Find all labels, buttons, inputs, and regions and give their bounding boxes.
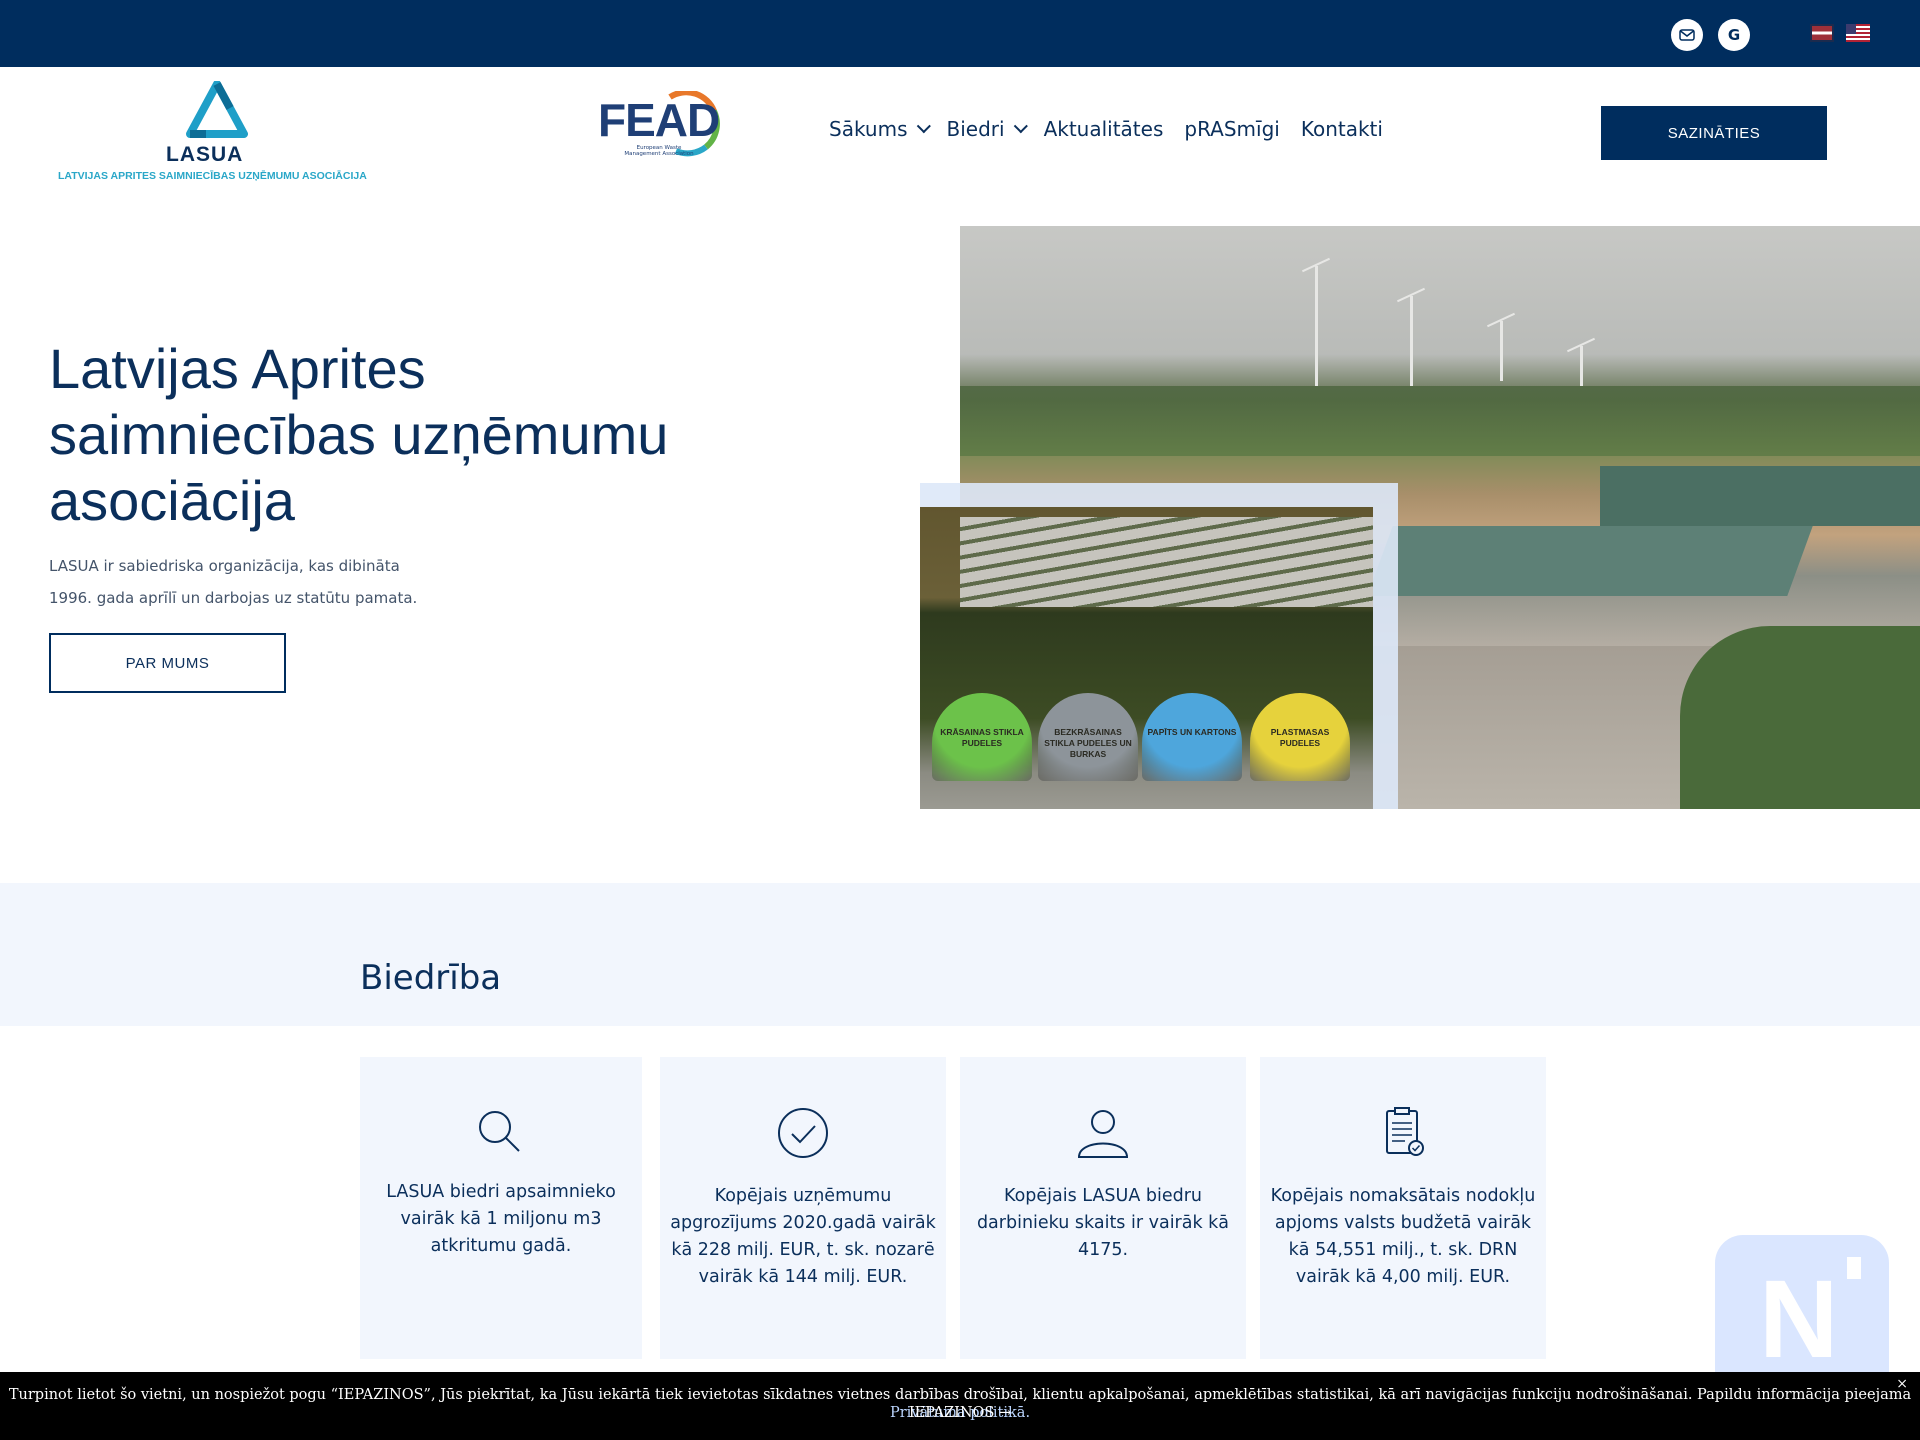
stat-card-text: Kopējais uzņēmumu apgrozījums 2020.gadā …	[670, 1186, 936, 1287]
stat-card: Kopējais LASUA biedru darbinieku skaits …	[960, 1057, 1246, 1359]
flag-us-icon[interactable]	[1846, 24, 1870, 42]
chevron-down-icon	[916, 119, 931, 134]
stat-card-text: Kopējais LASUA biedru darbinieku skaits …	[976, 1186, 1230, 1260]
nav-item-kontakti[interactable]: Kontakti	[1301, 117, 1383, 141]
cookie-banner: Turpinot lietot šo vietni, un nospiežot …	[0, 1372, 1920, 1440]
stat-card-text: LASUA biedri apsaimnieko vairāk kā 1 mil…	[386, 1182, 616, 1256]
flag-lv-icon[interactable]	[1810, 24, 1834, 42]
nav-label: Aktualitātes	[1043, 117, 1164, 141]
close-icon[interactable]: ×	[1896, 1376, 1908, 1392]
chat-widget-letter: N	[1759, 1258, 1839, 1381]
nav-item-prasmigi[interactable]: pRASmīgi	[1184, 117, 1279, 141]
search-icon	[479, 1111, 520, 1152]
top-bar: G	[0, 0, 1920, 67]
nav-label: pRASmīgi	[1184, 117, 1280, 141]
lasua-logo-subtitle: LATVIJAS APRITES SAIMNIECĪBAS UZŅĒMUMU A…	[58, 170, 367, 182]
recycling-bin: PLASTMASAS PUDELES	[1250, 693, 1350, 781]
bin-label: KRĀSAINAS STIKLA PUDELES	[940, 727, 1024, 748]
nav-label: Sākums	[829, 117, 908, 141]
wind-turbine	[1580, 346, 1583, 386]
nav-item-aktualitates[interactable]: Aktualitātes	[1044, 117, 1164, 141]
stat-card: Kopējais uzņēmumu apgrozījums 2020.gadā …	[660, 1057, 946, 1359]
cookie-message: Turpinot lietot šo vietni, un nospiežot …	[8, 1387, 1912, 1403]
hero-description-line: 1996. gada aprīlī un darbojas uz statūtu…	[49, 589, 418, 607]
clipboard-check-icon	[1386, 1107, 1424, 1156]
stat-card-text: Kopējais nomaksātais nodokļu apjoms vals…	[1270, 1186, 1536, 1287]
user-icon	[1077, 1110, 1129, 1158]
wind-turbine	[1315, 266, 1318, 386]
nav-item-biedri[interactable]: Biedri	[946, 117, 1028, 141]
contact-button[interactable]: SAZINĀTIES	[1601, 106, 1827, 160]
main-nav: Sākums Biedri Aktualitātes pRASmīgi Kont…	[829, 117, 1404, 141]
about-button[interactable]: PAR MUMS	[49, 633, 286, 693]
field	[960, 517, 1373, 607]
recycling-bin: KRĀSAINAS STIKLA PUDELES	[932, 693, 1032, 781]
google-glyph: G	[1727, 26, 1741, 44]
bin-label: PAPĪTS UN KARTONS	[1147, 727, 1237, 737]
tree-line	[960, 386, 1920, 456]
check-circle-icon	[778, 1108, 828, 1158]
canopy-roof	[1367, 526, 1813, 596]
nav-label: Biedri	[946, 117, 1005, 141]
lasua-logo-word: LASUA	[166, 143, 244, 166]
hero-description-line: LASUA ir sabiedriska organizācija, kas d…	[49, 557, 400, 575]
nav-label: Kontakti	[1300, 117, 1383, 141]
chevron-down-icon	[1013, 119, 1028, 134]
wind-turbine	[1500, 321, 1503, 381]
section-title: Biedrība	[360, 958, 502, 998]
nav-item-sakums[interactable]: Sākums	[829, 117, 931, 141]
hero-description: LASUA ir sabiedriska organizācija, kas d…	[49, 550, 449, 614]
building-roof	[1600, 466, 1920, 526]
chat-widget[interactable]: N	[1715, 1235, 1889, 1381]
hedge	[1680, 626, 1920, 809]
recycling-bin: BEZKRĀSAINAS STIKLA PUDELES UN BURKAS	[1038, 693, 1138, 781]
wind-turbine	[1410, 296, 1413, 386]
lasua-triangle-icon	[186, 81, 248, 138]
hero-title: Latvijas Aprites saimniecības uzņēmumu a…	[49, 337, 669, 532]
fead-logo[interactable]: FEAD European Waste Management Associati…	[598, 91, 728, 161]
chat-widget-mark	[1847, 1257, 1861, 1279]
google-icon[interactable]: G	[1718, 19, 1750, 51]
hero-photo-bins: KRĀSAINAS STIKLA PUDELES BEZKRĀSAINAS ST…	[920, 507, 1373, 809]
lasua-logo[interactable]: LASUA LATVIJAS APRITES SAIMNIECĪBAS UZŅĒ…	[58, 81, 380, 182]
section-band	[0, 883, 1920, 1026]
stat-card: LASUA biedri apsaimnieko vairāk kā 1 mil…	[360, 1057, 642, 1359]
bin-label: PLASTMASAS PUDELES	[1270, 727, 1330, 748]
fead-logo-word: FEAD	[598, 94, 720, 146]
bin-label: BEZKRĀSAINAS STIKLA PUDELES UN BURKAS	[1044, 727, 1132, 759]
stat-card: Kopējais nomaksātais nodokļu apjoms vals…	[1260, 1057, 1546, 1359]
fead-logo-subtitle: European Waste Management Association	[624, 145, 694, 157]
envelope-icon[interactable]	[1671, 19, 1703, 51]
cookie-accept-button[interactable]: IEPAZINOS →	[0, 1404, 1920, 1422]
recycling-bin: PAPĪTS UN KARTONS	[1142, 693, 1242, 781]
